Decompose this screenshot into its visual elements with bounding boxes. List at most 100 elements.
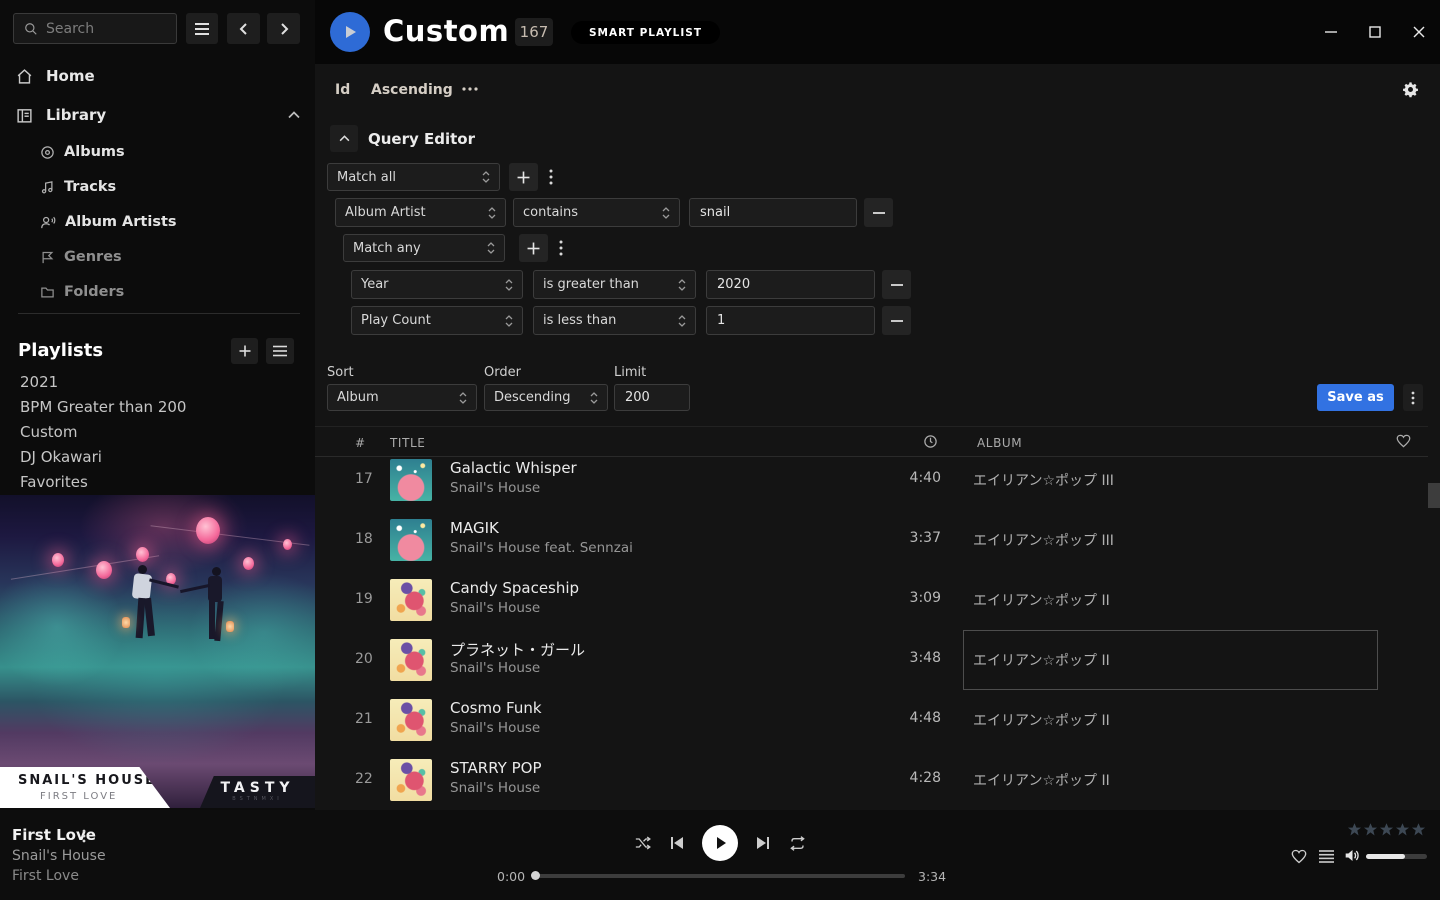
playlist-list-button[interactable] bbox=[266, 338, 294, 364]
heart-icon[interactable] bbox=[1396, 434, 1411, 448]
add-rule-button[interactable] bbox=[509, 163, 538, 191]
table-row[interactable]: 19 Candy Spaceship Snail's House 3:09 エイ… bbox=[315, 570, 1428, 630]
rule-value-input[interactable]: 2020 bbox=[706, 270, 875, 299]
sort-field-button[interactable]: Id bbox=[335, 82, 350, 98]
more-options-button[interactable] bbox=[461, 86, 479, 92]
plus-icon bbox=[239, 345, 251, 357]
sidebar-item-folders[interactable]: Folders bbox=[40, 284, 124, 300]
sort-order-button[interactable]: Ascending bbox=[371, 82, 453, 98]
scrollbar-thumb[interactable] bbox=[1428, 483, 1440, 508]
remove-rule-button[interactable] bbox=[882, 270, 911, 299]
select-caret-icon bbox=[488, 207, 496, 219]
column-title[interactable]: TITLE bbox=[390, 436, 425, 450]
remove-rule-button[interactable] bbox=[864, 198, 893, 227]
collapse-library-icon[interactable] bbox=[288, 111, 300, 119]
table-row[interactable]: 18 MAGIK Snail's House feat. Sennzai 3:3… bbox=[315, 510, 1428, 570]
select-caret-icon bbox=[505, 279, 513, 291]
rating-stars[interactable] bbox=[1347, 822, 1426, 837]
play-playlist-button[interactable] bbox=[330, 12, 370, 52]
nav-forward-button[interactable] bbox=[267, 13, 300, 44]
progress-bar[interactable] bbox=[535, 874, 905, 878]
collapse-query-editor-button[interactable] bbox=[330, 125, 358, 152]
progress-handle[interactable] bbox=[531, 871, 540, 880]
previous-button[interactable] bbox=[670, 836, 684, 850]
rule-field-select[interactable]: Play Count bbox=[351, 306, 523, 335]
home-icon bbox=[16, 68, 33, 85]
sidebar-item-library[interactable]: Library bbox=[16, 103, 300, 127]
list-icon bbox=[273, 345, 287, 357]
play-button[interactable] bbox=[702, 825, 738, 861]
limit-input[interactable]: 200 bbox=[614, 384, 690, 411]
plus-icon bbox=[527, 242, 540, 255]
select-caret-icon bbox=[487, 242, 495, 254]
rule-op-select[interactable]: is greater than bbox=[533, 270, 696, 299]
column-album[interactable]: ALBUM bbox=[977, 436, 1022, 450]
minus-icon bbox=[891, 320, 903, 322]
playlist-item[interactable]: Favorites bbox=[20, 473, 88, 491]
close-button[interactable] bbox=[1411, 24, 1427, 40]
kebab-icon bbox=[1411, 391, 1415, 405]
rule-value-input[interactable]: snail bbox=[689, 198, 857, 227]
save-menu-button[interactable] bbox=[1403, 384, 1423, 411]
sidebar-item-tracks[interactable]: Tracks bbox=[40, 179, 116, 195]
rule-field-select[interactable]: Year bbox=[351, 270, 523, 299]
nav-back-button[interactable] bbox=[227, 13, 260, 44]
album-art-title: FIRST LOVE bbox=[40, 791, 170, 802]
maximize-button[interactable] bbox=[1367, 24, 1383, 40]
minimize-button[interactable] bbox=[1323, 24, 1339, 40]
album-art-banner: SNAIL'S HOUSE FIRST LOVE bbox=[0, 767, 170, 808]
album-art: SNAIL'S HOUSE FIRST LOVE TASTY BSTNMXI bbox=[0, 495, 315, 808]
queue-button[interactable] bbox=[1319, 850, 1334, 863]
sidebar-item-home[interactable]: Home bbox=[16, 64, 95, 88]
playlist-item[interactable]: DJ Okawari bbox=[20, 448, 102, 466]
playlist-item[interactable]: BPM Greater than 200 bbox=[20, 398, 186, 416]
favorite-button[interactable] bbox=[1291, 849, 1307, 864]
rule-value-input[interactable]: 1 bbox=[706, 306, 875, 335]
minus-icon bbox=[873, 212, 885, 214]
table-row[interactable]: 21 Cosmo Funk Snail's House 4:48 エイリアン☆ポ… bbox=[315, 690, 1428, 750]
match-select[interactable]: Match all bbox=[327, 163, 500, 191]
shuffle-button[interactable] bbox=[634, 835, 651, 851]
star-icon bbox=[1347, 822, 1362, 837]
clock-icon[interactable] bbox=[923, 434, 938, 449]
volume-button[interactable] bbox=[1344, 848, 1361, 863]
note-icon bbox=[40, 180, 55, 195]
add-playlist-button[interactable] bbox=[231, 338, 258, 364]
repeat-button[interactable] bbox=[789, 836, 806, 851]
playlist-item[interactable]: 2021 bbox=[20, 373, 58, 391]
repeat-icon bbox=[789, 836, 806, 851]
group-menu-button[interactable] bbox=[549, 169, 553, 185]
search-box[interactable] bbox=[13, 13, 177, 44]
column-index[interactable]: # bbox=[355, 436, 366, 450]
order-select[interactable]: Descending bbox=[484, 384, 608, 411]
playlists-header: Playlists bbox=[18, 340, 103, 361]
add-rule-button[interactable] bbox=[519, 234, 548, 262]
table-row[interactable]: 20 プラネット・ガール Snail's House 3:48 エイリアン☆ポッ… bbox=[315, 630, 1428, 690]
save-as-button[interactable]: Save as bbox=[1317, 384, 1394, 411]
playlist-item[interactable]: Custom bbox=[20, 423, 77, 441]
heart-icon bbox=[1291, 849, 1307, 864]
rule-op-select[interactable]: contains bbox=[513, 198, 680, 227]
sort-select[interactable]: Album bbox=[327, 384, 477, 411]
match-select[interactable]: Match any bbox=[343, 234, 505, 262]
settings-button[interactable] bbox=[1402, 81, 1419, 98]
volume-fill bbox=[1366, 854, 1405, 859]
group-menu-button[interactable] bbox=[559, 240, 563, 256]
rule-field-select[interactable]: Album Artist bbox=[335, 198, 506, 227]
now-playing-menu-button[interactable] bbox=[82, 829, 86, 843]
next-button[interactable] bbox=[756, 836, 770, 850]
sidebar-item-genres[interactable]: Genres bbox=[40, 249, 122, 265]
sidebar-item-albums[interactable]: Albums bbox=[40, 144, 125, 160]
table-row[interactable]: 22 STARRY POP Snail's House 4:28 エイリアン☆ポ… bbox=[315, 750, 1428, 810]
track-art bbox=[390, 759, 432, 801]
artists-icon bbox=[40, 215, 56, 230]
table-row[interactable]: 17 Galactic Whisper Snail's House 4:40 エ… bbox=[315, 458, 1428, 510]
rule-op-select[interactable]: is less than bbox=[533, 306, 696, 335]
sidebar-item-album-artists[interactable]: Album Artists bbox=[40, 214, 177, 230]
menu-button[interactable] bbox=[186, 13, 218, 44]
search-input[interactable] bbox=[46, 21, 156, 37]
shuffle-icon bbox=[634, 835, 651, 851]
lantern bbox=[96, 561, 112, 579]
minus-icon bbox=[891, 284, 903, 286]
remove-rule-button[interactable] bbox=[882, 306, 911, 335]
